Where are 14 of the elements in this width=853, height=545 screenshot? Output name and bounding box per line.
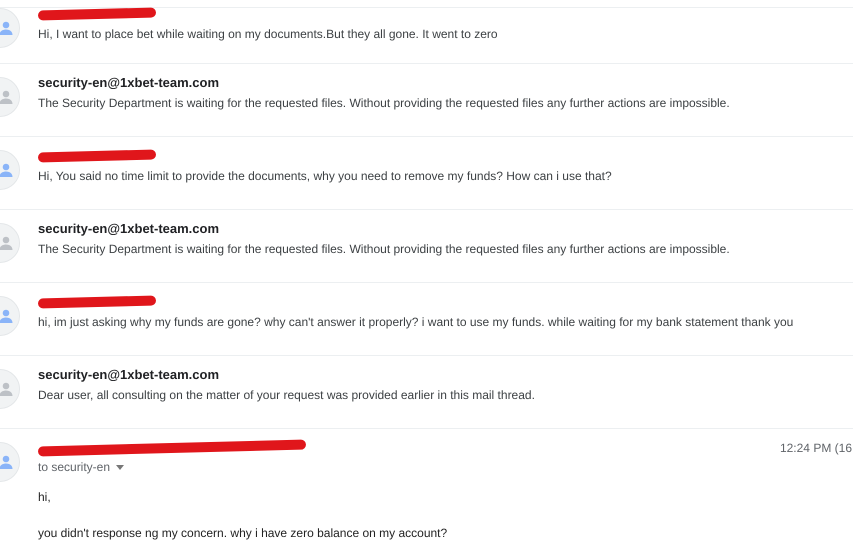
message-snippet: Hi, I want to place bet while waiting on my documents.But they all gone. It went to zero [38, 26, 499, 43]
sender-name: security-en@1xbet-team.com [38, 366, 220, 384]
sender-name: security-en@1xbet-team.com [38, 220, 220, 238]
message-snippet: Dear user, all consulting on the matter of your request was provided earlier in this mail thread. [38, 387, 536, 404]
message-time: 12:24 PM (16 [780, 440, 853, 457]
body-text: hi, [38, 489, 52, 506]
message-snippet: Hi, You said no time limit to provide the documents, why you need to remove my funds? How can i use that? [38, 168, 613, 185]
message-snippet: The Security Department is waiting for the requested files. Without providing the requested files any further actions are impossible. [38, 95, 731, 112]
message-snippet: The Security Department is waiting for the requested files. Without providing the requested files any further actions are impossible. [38, 241, 731, 258]
dropdown-caret-icon[interactable] [116, 464, 124, 470]
recipient-label: to security-en [38, 459, 110, 476]
sender-name: security-en@1xbet-team.com [38, 74, 220, 92]
body-text: you didn't response ng my concern. why i have zero balance on my account? [38, 525, 448, 542]
message-snippet: hi, im just asking why my funds are gone? why can't answer it properly? i want to use my funds. while waiting for my bank statement thank you [38, 314, 794, 331]
